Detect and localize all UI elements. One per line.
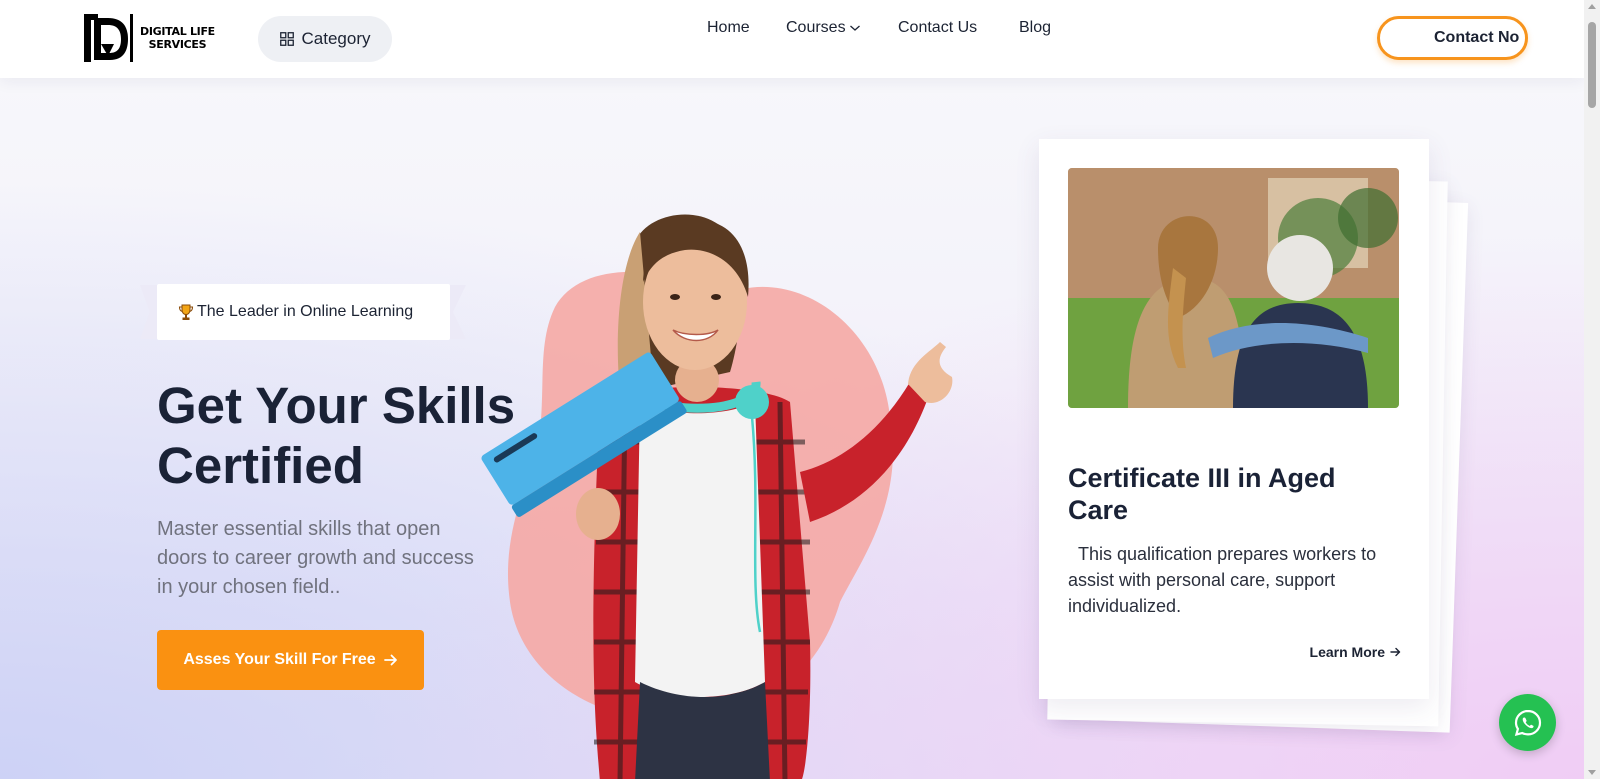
badge-text: The Leader in Online Learning — [197, 303, 414, 320]
assess-skill-button[interactable]: Asses Your Skill For Free — [157, 630, 424, 690]
arrow-right-icon — [383, 654, 397, 666]
leader-badge: The Leader in Online Learning — [157, 284, 450, 340]
nav-home[interactable]: Home — [707, 19, 750, 37]
nav-contact-us[interactable]: Contact Us — [898, 19, 977, 37]
course-card-image — [1068, 168, 1399, 408]
scrollbar-thumb[interactable] — [1588, 22, 1596, 108]
nav-blog[interactable]: Blog — [1019, 19, 1051, 37]
scroll-down-arrow-icon[interactable] — [1588, 770, 1596, 775]
hero-section: The Leader in Online Learning Get Your S… — [0, 78, 1584, 779]
nav-courses[interactable]: Courses — [786, 19, 861, 37]
logo-text: DIGITAL LIFE SERVICES — [140, 25, 215, 51]
trophy-icon — [178, 304, 194, 320]
eye-left — [670, 294, 680, 300]
arrow-right-icon — [1390, 647, 1401, 657]
course-card-description: This qualification prepares workers to a… — [1068, 544, 1382, 616]
hand-left — [576, 488, 620, 540]
logo[interactable]: DIGITAL LIFE SERVICES — [84, 14, 215, 62]
site-header: DIGITAL LIFE SERVICES Category Home Cour… — [0, 0, 1584, 78]
course-card-title: Certificate III in Aged Care — [1068, 463, 1336, 525]
logo-text-line2: SERVICES — [148, 38, 207, 51]
category-label: Category — [301, 29, 371, 48]
course-card[interactable]: Certificate III in Aged Care This qualif… — [1039, 139, 1429, 699]
hero-title-line2: Certified — [157, 437, 364, 494]
student-illustration — [481, 214, 953, 779]
headphone-right — [735, 385, 769, 419]
whatsapp-icon — [1514, 709, 1541, 736]
grid-icon — [279, 32, 294, 46]
nav-courses-label: Courses — [786, 19, 846, 36]
hero-subtitle: Master essential skills that open doors … — [157, 518, 474, 598]
aged-care-photo — [1068, 168, 1399, 408]
logo-mark-icon — [84, 14, 133, 62]
page-scrollbar[interactable] — [1584, 0, 1600, 779]
contact-now-button[interactable]: Contact No — [1377, 16, 1528, 60]
logo-text-line1: DIGITAL LIFE — [140, 25, 215, 38]
tshirt — [635, 402, 765, 697]
category-button[interactable]: Category — [258, 16, 392, 62]
cta-label: Asses Your Skill For Free — [183, 651, 376, 668]
eye-right — [711, 294, 721, 300]
learn-more-link[interactable]: Learn More — [1310, 644, 1401, 660]
learn-more-label: Learn More — [1309, 644, 1385, 660]
scroll-up-arrow-icon[interactable] — [1588, 4, 1596, 9]
whatsapp-chat-button[interactable] — [1499, 694, 1556, 751]
chevron-down-icon — [849, 25, 860, 31]
